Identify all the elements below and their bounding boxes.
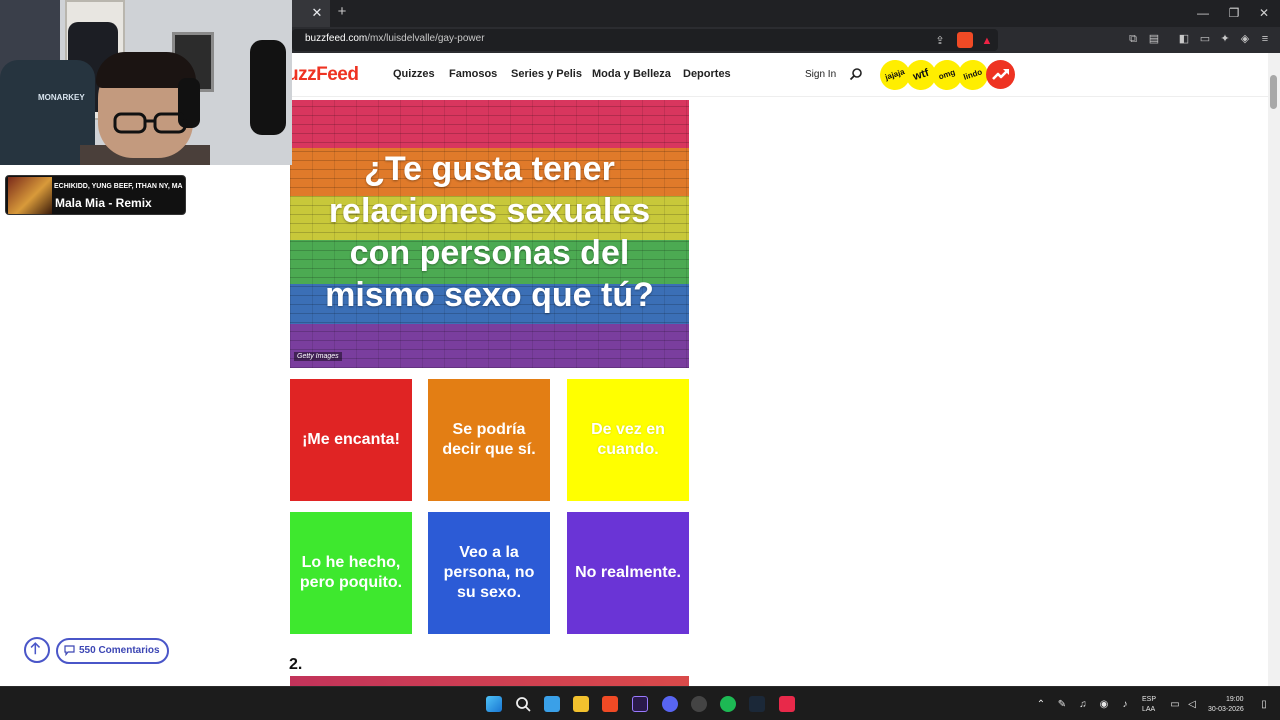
premiere-icon[interactable] xyxy=(632,696,648,712)
extensions-icon[interactable]: ⧉ xyxy=(1126,32,1140,46)
clock-date[interactable]: 30-03-2026 xyxy=(1208,706,1244,713)
scrollbar-thumb[interactable] xyxy=(1270,75,1277,109)
photos-icon[interactable] xyxy=(544,696,560,712)
url-text: buzzfeed.com/mx/luisdelvalle/gay-power xyxy=(305,33,485,44)
maximize-icon[interactable]: ❐ xyxy=(1225,4,1243,22)
nav-link-famosos[interactable]: Famosos xyxy=(449,68,497,80)
tab-close-icon[interactable]: ✕ xyxy=(309,5,325,21)
nav-link-moda[interactable]: Moda y Belleza xyxy=(592,68,671,80)
leo-ai-icon[interactable]: ✦ xyxy=(1218,32,1232,46)
wallet-icon[interactable]: ▭ xyxy=(1198,32,1212,46)
question-image: ¿Te gusta tener relaciones sexuales con … xyxy=(290,100,689,368)
start-icon[interactable] xyxy=(486,696,502,712)
answer-de-vez-en-cuando[interactable]: De vez en cuando. xyxy=(567,379,689,501)
next-question-image xyxy=(290,676,689,686)
notification-icon[interactable]: ▯ xyxy=(1258,699,1270,711)
buzzfeed-logo[interactable]: uzzFeed xyxy=(287,64,359,86)
sidebar-icon[interactable]: ◧ xyxy=(1177,32,1191,46)
minimize-icon[interactable]: — xyxy=(1194,4,1212,22)
language-bottom[interactable]: LAA xyxy=(1142,706,1155,713)
search-taskbar-icon[interactable] xyxy=(515,696,531,712)
tiktok-icon[interactable] xyxy=(779,696,795,712)
trending-icon[interactable] xyxy=(986,60,1015,89)
comments-button[interactable]: 550 Comentarios xyxy=(56,638,169,664)
comments-count: 550 Comentarios xyxy=(79,645,160,656)
network-icon[interactable]: ▭ xyxy=(1169,699,1181,711)
question-number: 2. xyxy=(289,656,303,673)
answer-veo-a-la-persona[interactable]: Veo a la persona, no su sexo. xyxy=(428,512,550,634)
brave-rewards-icon[interactable]: ▲ xyxy=(980,34,994,48)
now-playing-title: Mala Mia - Remix xyxy=(55,196,152,210)
tray-overflow-icon[interactable]: ⌃ xyxy=(1035,699,1047,711)
discord-icon[interactable] xyxy=(662,696,678,712)
file-explorer-icon[interactable] xyxy=(573,696,589,712)
album-art xyxy=(8,177,52,214)
search-icon[interactable] xyxy=(849,67,863,81)
tray-headset-icon[interactable]: ♫ xyxy=(1077,699,1089,711)
answer-lo-he-hecho[interactable]: Lo he hecho, pero poquito. xyxy=(290,512,412,634)
now-playing-widget: ECHIKIDD, YUNG BEEF, ITHAN NY, MA Mala M… xyxy=(5,175,186,215)
chair-logo: MONARKEY xyxy=(38,93,85,102)
language-top[interactable]: ESP xyxy=(1142,696,1156,703)
obs-icon[interactable] xyxy=(691,696,707,712)
image-credit: Getty Images xyxy=(294,352,342,361)
reader-icon[interactable]: ▤ xyxy=(1147,32,1161,46)
url-domain: buzzfeed.com xyxy=(305,33,368,44)
scroll-to-top-button[interactable] xyxy=(24,637,50,663)
close-window-icon[interactable]: ✕ xyxy=(1255,4,1273,22)
steam-icon[interactable] xyxy=(749,696,765,712)
webcam-glasses xyxy=(113,112,187,134)
nav-link-series[interactable]: Series y Pelis xyxy=(511,68,582,80)
brave-shields-icon[interactable] xyxy=(957,32,973,48)
volume-icon[interactable]: ◁ xyxy=(1186,699,1198,711)
share-icon[interactable]: ⇪ xyxy=(933,34,947,48)
new-tab-icon[interactable]: + xyxy=(334,4,350,20)
tray-steam-icon[interactable]: ◉ xyxy=(1098,699,1110,711)
sign-in-link[interactable]: Sign In xyxy=(805,69,836,80)
url-field[interactable]: buzzfeed.com/mx/luisdelvalle/gay-power ⇪… xyxy=(292,29,998,51)
comment-icon xyxy=(64,645,75,656)
answer-me-encanta[interactable]: ¡Me encanta! xyxy=(290,379,412,501)
brave-icon[interactable] xyxy=(602,696,618,712)
nav-link-deportes[interactable]: Deportes xyxy=(683,68,731,80)
now-playing-artist: ECHIKIDD, YUNG BEEF, ITHAN NY, MA xyxy=(54,183,183,190)
menu-icon[interactable]: ≡ xyxy=(1258,32,1272,46)
vpn-icon[interactable]: ◈ xyxy=(1238,32,1252,46)
tray-pen-icon[interactable]: ✎ xyxy=(1056,699,1068,711)
question-title: ¿Te gusta tener relaciones sexuales con … xyxy=(325,150,654,314)
nav-link-quizzes[interactable]: Quizzes xyxy=(393,68,435,80)
clock-time[interactable]: 19:00 xyxy=(1226,696,1244,703)
page-scrollbar[interactable] xyxy=(1268,53,1280,686)
webcam-overlay: MONARKEY xyxy=(0,0,292,165)
tray-mic-icon[interactable]: ♪ xyxy=(1119,699,1131,711)
spotify-icon[interactable] xyxy=(720,696,736,712)
answer-no-realmente[interactable]: No realmente. xyxy=(567,512,689,634)
taskbar: ⌃ ✎ ♫ ◉ ♪ ESP LAA ▭ ◁ 19:00 30-03-2026 ▯ xyxy=(0,686,1280,720)
webcam-guitar xyxy=(250,40,286,135)
answer-se-podria-decir[interactable]: Se podría decir que sí. xyxy=(428,379,550,501)
url-path: /mx/luisdelvalle/gay-power xyxy=(367,33,485,44)
